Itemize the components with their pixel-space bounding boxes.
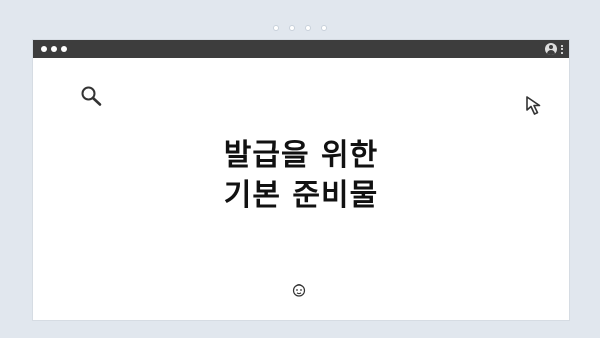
face-icon — [291, 282, 307, 302]
browser-window: 발급을 위한 기본 준비물 — [33, 40, 569, 320]
title-line-2: 기본 준비물 — [223, 178, 379, 213]
window-control-dot[interactable] — [51, 46, 57, 52]
illustration-frame: 발급을 위한 기본 준비물 — [0, 0, 600, 338]
window-content: 발급을 위한 기본 준비물 — [33, 58, 569, 320]
window-control-dot[interactable] — [61, 46, 67, 52]
cursor-arrow-icon — [525, 95, 547, 121]
kebab-menu-icon[interactable] — [561, 44, 563, 54]
window-titlebar — [33, 40, 569, 58]
decorative-dot — [321, 25, 327, 31]
decorative-dot — [289, 25, 295, 31]
titlebar-actions — [545, 43, 563, 55]
page-title: 발급을 위한 기본 준비물 — [33, 136, 569, 216]
user-icon[interactable] — [545, 43, 557, 55]
title-line-1: 발급을 위한 — [223, 138, 379, 173]
decorative-dot — [273, 25, 279, 31]
search-icon — [80, 85, 104, 111]
window-control-dot[interactable] — [41, 46, 47, 52]
decorative-dot — [305, 25, 311, 31]
decorative-dots — [0, 25, 600, 31]
